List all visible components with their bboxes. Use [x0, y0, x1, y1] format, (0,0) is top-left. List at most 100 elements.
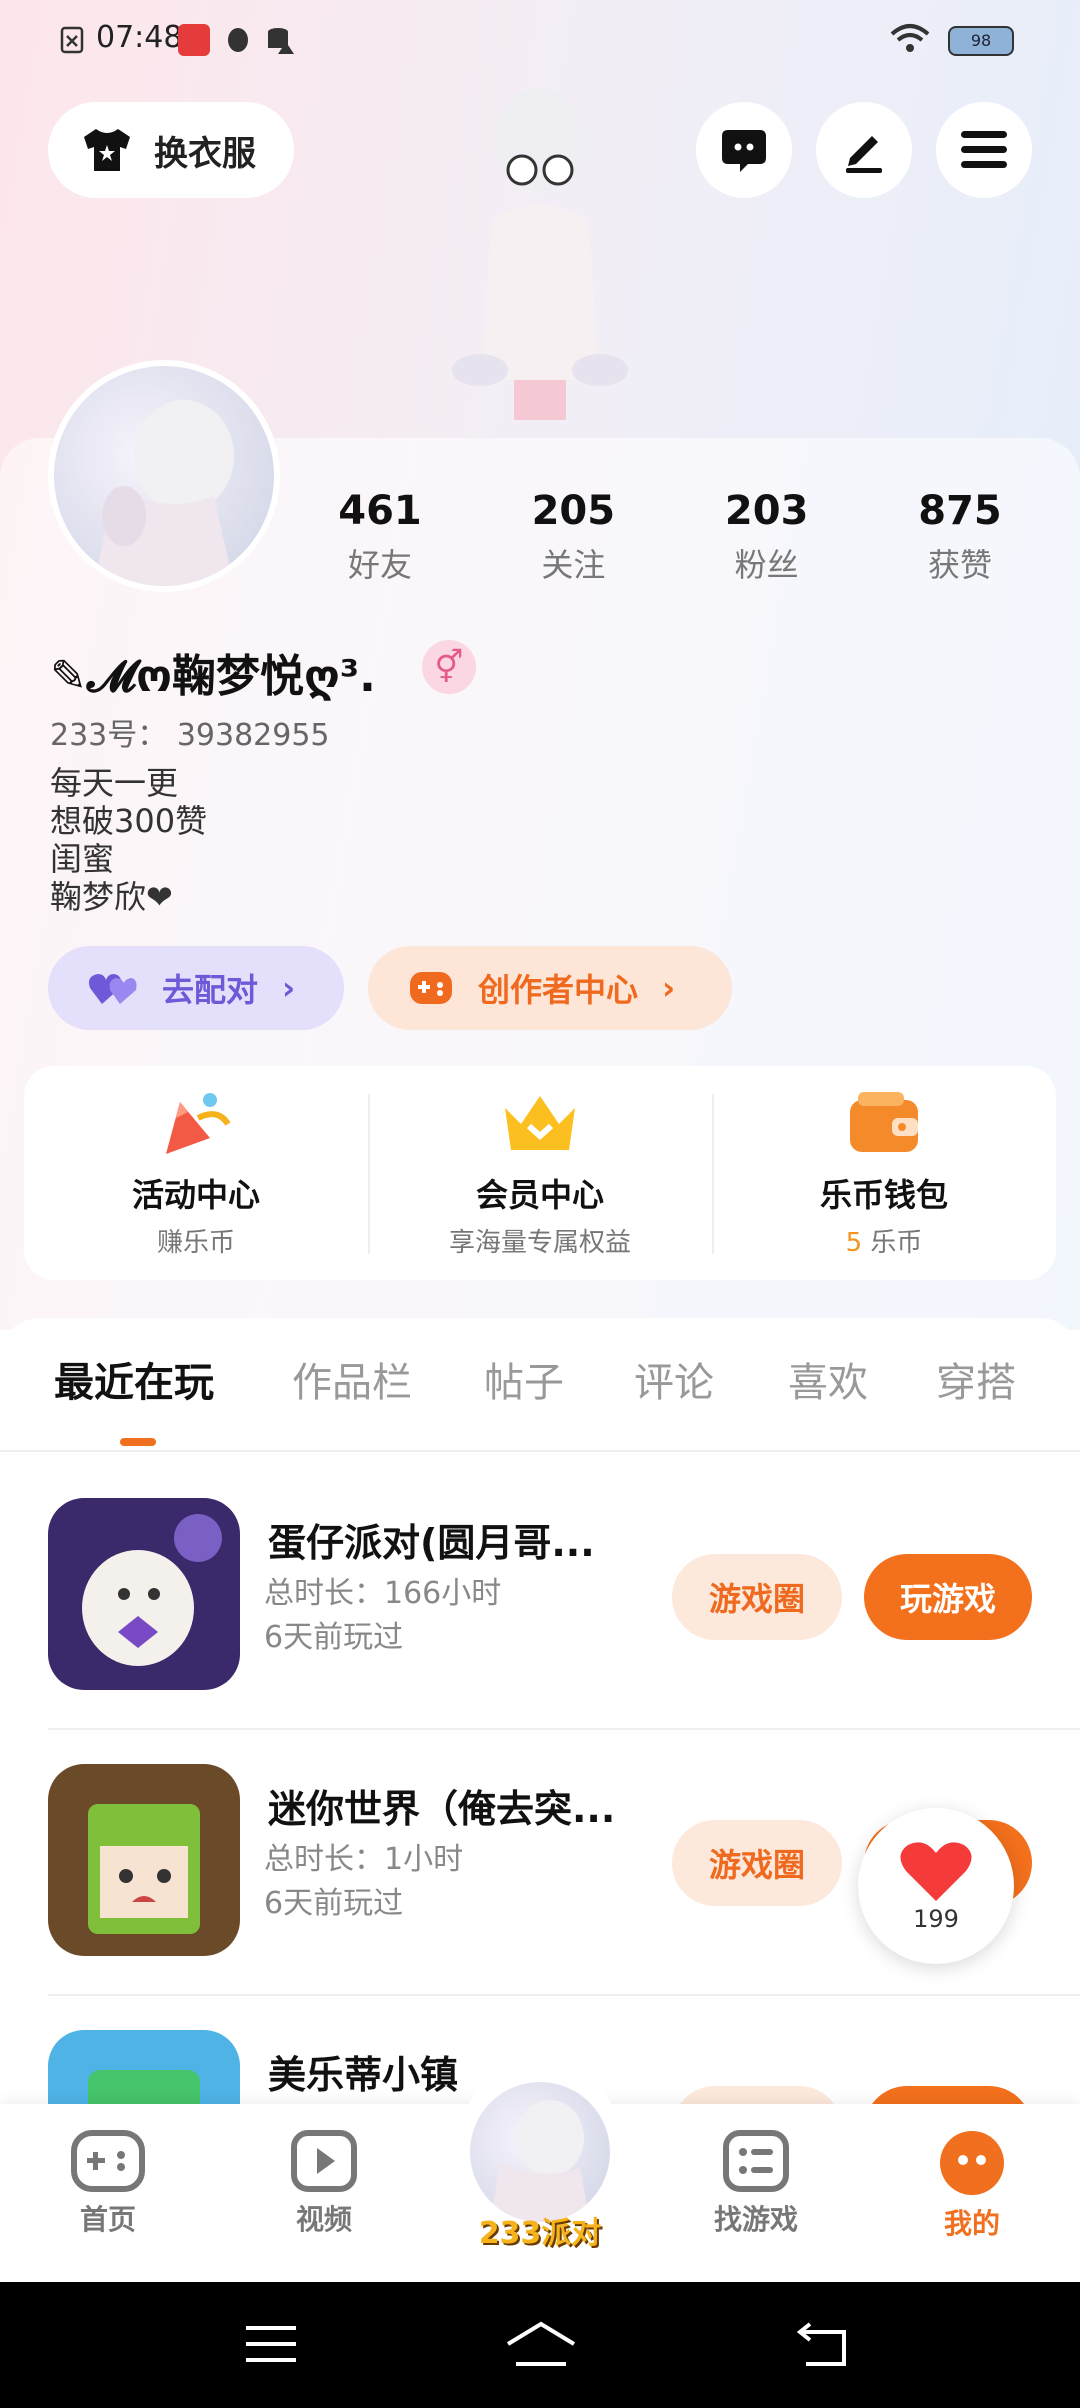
- stat-label: 获赞: [927, 546, 992, 584]
- nav-label: 视频: [295, 2203, 352, 2236]
- nav-mine[interactable]: 我的: [912, 2130, 1032, 2242]
- no-sim-icon: [60, 26, 84, 54]
- chevron-right-icon: ›: [282, 969, 296, 1007]
- creator-label: 创作者中心: [478, 971, 639, 1009]
- menu-icon: [961, 131, 1007, 168]
- quick-title: 会员中心: [475, 1175, 604, 1214]
- wifi-icon: [890, 24, 930, 52]
- quick-subtitle: 5 乐币: [846, 1222, 923, 1259]
- heart-icon: [900, 1842, 972, 1901]
- game-name: 迷你世界（俺去突...: [268, 1787, 616, 1831]
- creator-center-button[interactable]: 创作者中心 ›: [368, 946, 732, 1030]
- member-center-entry[interactable]: 会员中心 享海量专属权益: [368, 1066, 712, 1280]
- wardrobe-label: 换衣服: [154, 133, 256, 174]
- message-button[interactable]: [696, 102, 792, 198]
- stat-label: 好友: [347, 546, 412, 584]
- system-navigation-bar: [0, 2282, 1080, 2408]
- list-icon: [723, 2130, 789, 2192]
- quick-entry-card: 活动中心 赚乐币 会员中心 享海量专属权益 乐币钱包 5 乐币: [24, 1066, 1056, 1280]
- quick-title: 乐币钱包: [819, 1175, 948, 1214]
- user-id-label: 233号：: [50, 718, 168, 753]
- crown-icon: [505, 1095, 575, 1150]
- bio-line: 闺蜜: [50, 840, 115, 878]
- back-icon[interactable]: [796, 2320, 850, 2368]
- tab-works[interactable]: 作品栏: [292, 1350, 412, 1408]
- tabs-divider: [0, 1450, 1080, 1452]
- stat-number: 461: [338, 488, 422, 534]
- stat-label: 关注: [541, 546, 606, 584]
- mini-world-icon: [48, 1764, 240, 1956]
- coin-balance: 5: [845, 1227, 863, 1258]
- nav-label: 我的: [943, 2207, 1000, 2240]
- stat-number: 205: [531, 488, 616, 534]
- tab-likes[interactable]: 喜欢: [788, 1350, 868, 1408]
- profile-tabs: 最近在玩 作品栏 帖子 评论 喜欢 穿搭: [0, 1350, 1080, 1450]
- nav-find-game[interactable]: 找游戏: [696, 2130, 816, 2238]
- tab-outfits[interactable]: 穿搭: [936, 1350, 1016, 1408]
- game-circle-button[interactable]: 游戏圈: [672, 1554, 842, 1640]
- stat-fans[interactable]: 203 粉丝: [687, 488, 847, 586]
- user-id-value: 39382955: [176, 718, 330, 753]
- nav-party-label[interactable]: 233派对: [470, 2208, 610, 2252]
- app-notification-icon: [178, 24, 210, 56]
- like-count: 199: [913, 1905, 959, 1933]
- profile-stats: 461 好友 205 关注 203 粉丝 875 获赞: [300, 488, 1040, 586]
- quick-subtitle: 享海量专属权益: [448, 1227, 631, 1258]
- play-game-button[interactable]: 玩游戏: [864, 1554, 1032, 1640]
- storage-warning-icon: [268, 28, 294, 54]
- qq-icon: [228, 28, 248, 52]
- chevron-right-icon: ›: [662, 969, 676, 1007]
- coin-unit: 乐币: [870, 1227, 923, 1258]
- user-bio: 每天一更 想破300赞 闺蜜 鞠梦欣❤: [50, 764, 207, 916]
- tab-comments[interactable]: 评论: [634, 1350, 714, 1408]
- eggy-party-icon: [48, 1498, 240, 1690]
- tab-active-indicator: [120, 1438, 156, 1446]
- match-label: 去配对: [162, 971, 259, 1009]
- edit-profile-button[interactable]: [816, 102, 912, 198]
- user-nickname: ✎𝓜ო鞠梦悦ღ³.: [50, 651, 376, 702]
- gamepad-icon: [71, 2130, 145, 2192]
- game-meta: 总时长：1小时 6天前玩过: [264, 1838, 463, 1926]
- game-circle-button[interactable]: 游戏圈: [672, 1820, 842, 1906]
- menu-button[interactable]: [936, 102, 1032, 198]
- tab-recent-play[interactable]: 最近在玩: [54, 1350, 214, 1408]
- character-avatar-figure[interactable]: [430, 80, 650, 440]
- nav-video[interactable]: 视频: [264, 2130, 384, 2238]
- stat-friends[interactable]: 461 好友: [300, 488, 460, 586]
- game-total-time: 总时长：1小时: [264, 1842, 464, 1877]
- floating-like-button[interactable]: 199: [858, 1808, 1014, 1964]
- wallet-icon: [850, 1091, 918, 1152]
- game-thumbnail: [48, 1764, 240, 1956]
- stat-number: 875: [918, 488, 1002, 534]
- avatar-illustration: [94, 400, 234, 586]
- pencil-icon: [846, 136, 882, 173]
- home-icon[interactable]: [504, 2318, 578, 2370]
- game-total-time: 总时长：166小时: [264, 1576, 502, 1611]
- game-thumbnail: [48, 1498, 240, 1690]
- recent-apps-icon[interactable]: [244, 2322, 298, 2368]
- quick-subtitle: 赚乐币: [156, 1227, 235, 1258]
- shirt-icon: [84, 129, 130, 171]
- nav-party-avatar[interactable]: [470, 2082, 610, 2222]
- activity-center-entry[interactable]: 活动中心 赚乐币: [24, 1066, 368, 1280]
- tab-posts[interactable]: 帖子: [484, 1350, 564, 1408]
- stat-label: 粉丝: [734, 546, 799, 584]
- list-item[interactable]: 蛋仔派对(圆月哥... 总时长：166小时 6天前玩过 游戏圈 玩游戏: [0, 1464, 1080, 1730]
- game-last-played: 6天前玩过: [264, 1886, 404, 1921]
- game-last-played: 6天前玩过: [264, 1620, 404, 1655]
- nav-home[interactable]: 首页: [48, 2130, 168, 2238]
- coin-wallet-entry[interactable]: 乐币钱包 5 乐币: [712, 1066, 1056, 1280]
- match-button[interactable]: 去配对 ›: [48, 946, 344, 1030]
- battery-indicator: 98: [948, 26, 1014, 56]
- wardrobe-button[interactable]: 换衣服: [48, 102, 294, 198]
- stat-following[interactable]: 205 关注: [493, 488, 653, 586]
- profile-face-icon: [940, 2131, 1004, 2195]
- user-id[interactable]: 233号： 39382955: [50, 710, 330, 754]
- chat-bubble-icon: [722, 130, 766, 172]
- nav-label: 找游戏: [713, 2203, 798, 2236]
- stat-likes[interactable]: 875 获赞: [880, 488, 1040, 586]
- play-icon: [291, 2130, 357, 2192]
- game-name: 蛋仔派对(圆月哥...: [268, 1521, 595, 1565]
- bio-line: 想破300赞: [50, 802, 208, 840]
- user-avatar[interactable]: [48, 360, 280, 592]
